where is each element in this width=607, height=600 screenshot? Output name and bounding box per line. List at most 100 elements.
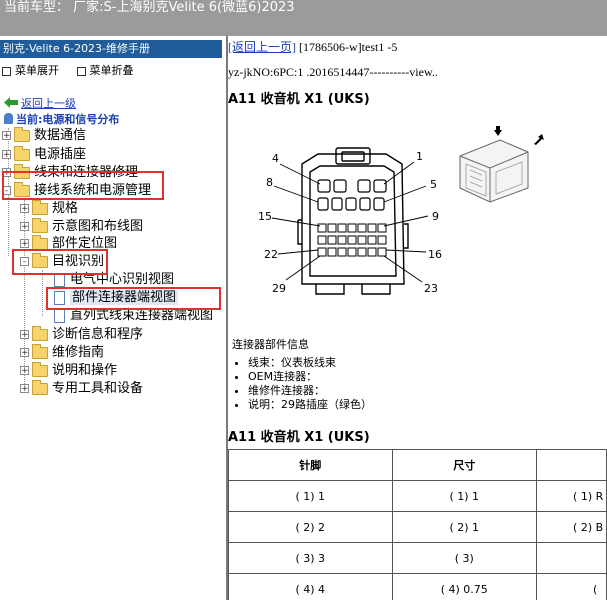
collapse-all-button[interactable]: 菜单折叠 bbox=[76, 64, 134, 77]
folder-icon bbox=[32, 361, 48, 377]
manual-header: 别克-Velite 6-2023-维修手册 bbox=[0, 40, 222, 58]
highlight-box bbox=[12, 249, 108, 275]
highlight-box bbox=[46, 287, 221, 310]
pin-label: 22 bbox=[264, 248, 278, 261]
info-item: 线束：仪表板线束 bbox=[248, 356, 372, 370]
tree-item-label: 数据通信 bbox=[34, 128, 87, 143]
table-cell: ( 2) 1 bbox=[391, 511, 538, 543]
table-row: ( 2) 2 ( 2) 1 ( 2) B bbox=[228, 511, 607, 543]
content-panel: [返回上一页] [1786506-w]test1 -5 yz-jkNO:6PC:… bbox=[228, 36, 607, 600]
folder-icon bbox=[32, 325, 48, 341]
tree-item-schematics[interactable]: + 示意图和布线图 bbox=[20, 217, 144, 236]
back-up-link[interactable]: 返回上一级 bbox=[4, 95, 76, 111]
collapse-all-label: 菜单折叠 bbox=[89, 64, 134, 77]
tree-item-description-operation[interactable]: + 说明和操作 bbox=[20, 361, 118, 380]
tree-item-label: 诊断信息和程序 bbox=[52, 327, 144, 342]
expand-all-button[interactable]: 菜单展开 bbox=[2, 64, 59, 77]
expand-toggle-icon[interactable]: + bbox=[20, 348, 29, 358]
tree-item-label: 规格 bbox=[52, 201, 79, 216]
info-item: OEM连接器： bbox=[248, 370, 372, 384]
column-header-pin: 针脚 bbox=[228, 449, 393, 481]
expand-toggle-icon[interactable]: + bbox=[20, 239, 29, 249]
back-page-link[interactable]: [返回上一页] bbox=[228, 40, 296, 54]
pin-label: 23 bbox=[424, 282, 438, 295]
tree-item-power-outlets[interactable]: + 电源插座 bbox=[2, 145, 87, 164]
tree-item-label: 维修指南 bbox=[52, 345, 105, 360]
top-bar: 当前车型： 厂家:S-上海别克Velite 6(微蓝6)2023 bbox=[0, 0, 607, 36]
pin-label: 8 bbox=[266, 176, 273, 189]
pin-label: 16 bbox=[428, 248, 442, 261]
tree-item-label: 直列式线束连接器端视图 bbox=[70, 308, 214, 323]
expand-toggle-icon[interactable]: + bbox=[20, 384, 29, 394]
folder-icon bbox=[32, 199, 48, 215]
tree-item-specifications[interactable]: + 规格 bbox=[20, 199, 79, 218]
tree-item-label: 专用工具和设备 bbox=[52, 381, 144, 396]
table-row: ( 1) 1 ( 1) 1 ( 1) R bbox=[228, 480, 607, 512]
back-up-label: 返回上一级 bbox=[21, 97, 76, 110]
folder-icon bbox=[32, 379, 48, 395]
tree-guide bbox=[42, 270, 43, 316]
table-cell: ( 2) B bbox=[536, 511, 607, 543]
pin-label: 15 bbox=[258, 210, 272, 223]
folder-icon bbox=[32, 234, 48, 250]
table-cell: ( 2) 2 bbox=[228, 511, 393, 543]
tree-item-label: 示意图和布线图 bbox=[52, 219, 144, 234]
table-cell: ( 3) 3 bbox=[228, 542, 393, 574]
expand-toggle-icon[interactable]: + bbox=[20, 366, 29, 376]
info-list: 线束：仪表板线束 OEM连接器： 维修件连接器： 说明：29路插座（绿色） bbox=[232, 356, 372, 412]
column-header-size: 尺寸 bbox=[391, 449, 538, 481]
tree-item-data-communication[interactable]: + 数据通信 bbox=[2, 126, 87, 145]
folder-icon bbox=[32, 343, 48, 359]
connector-heading: A11 收音机 X1 (UKS) bbox=[228, 92, 370, 107]
doc-header: [返回上一页] [1786506-w]test1 -5 bbox=[228, 38, 397, 55]
tree-item-label: 说明和操作 bbox=[52, 363, 118, 378]
tree-item-label: 电源插座 bbox=[34, 147, 87, 162]
table-header-row: 针脚 尺寸 bbox=[228, 449, 607, 481]
table-cell: ( 4) 4 bbox=[228, 573, 393, 600]
connector-isometric-icon bbox=[459, 126, 544, 203]
expand-toggle-icon[interactable]: + bbox=[20, 330, 29, 340]
user-icon bbox=[4, 113, 13, 124]
pin-label: 4 bbox=[272, 152, 279, 165]
vehicle-title: 当前车型： 厂家:S-上海别克Velite 6(微蓝6)2023 bbox=[4, 0, 295, 15]
tree-item-repair-guide[interactable]: + 维修指南 bbox=[20, 343, 105, 362]
expand-all-label: 菜单展开 bbox=[15, 64, 59, 77]
tree-item-special-tools[interactable]: + 专用工具和设备 bbox=[20, 379, 144, 398]
info-item: 说明：29路插座（绿色） bbox=[248, 398, 372, 412]
expand-toggle-icon[interactable]: + bbox=[20, 222, 29, 232]
pin-label: 9 bbox=[432, 210, 439, 223]
highlight-box bbox=[2, 171, 164, 200]
tree-item-diagnostics[interactable]: + 诊断信息和程序 bbox=[20, 325, 144, 344]
table-cell: ( 1) 1 bbox=[228, 480, 393, 512]
pin-label: 29 bbox=[272, 282, 286, 295]
table-cell bbox=[536, 542, 607, 574]
doc-meta: yz-jkNO:6PC:1 .2016514447----------view.… bbox=[228, 65, 438, 79]
table-row: ( 3) 3 ( 3) bbox=[228, 542, 607, 574]
info-title: 连接器部件信息 bbox=[232, 338, 309, 351]
connector-end-view-diagram: 4 1 8 5 15 9 22 16 29 23 bbox=[258, 147, 442, 295]
square-icon bbox=[76, 66, 86, 76]
connector-info: 连接器部件信息 线束：仪表板线束 OEM连接器： 维修件连接器： 说明：29路插… bbox=[232, 336, 372, 412]
pin-label: 1 bbox=[416, 150, 423, 163]
folder-icon bbox=[14, 126, 30, 142]
folder-icon bbox=[32, 217, 48, 233]
folder-icon bbox=[14, 145, 30, 161]
info-item: 维修件连接器： bbox=[248, 384, 372, 398]
menu-actions: 菜单展开 菜单折叠 bbox=[2, 62, 148, 78]
pin-label: 5 bbox=[430, 178, 437, 191]
table-cell: ( bbox=[536, 573, 607, 600]
expand-toggle-icon[interactable]: + bbox=[20, 204, 29, 214]
doc-id: [1786506-w]test1 -5 bbox=[296, 40, 398, 54]
table-row: ( 4) 4 ( 4) 0.75 ( bbox=[228, 573, 607, 600]
navigation-panel: 别克-Velite 6-2023-维修手册 菜单展开 菜单折叠 返回上一级 当前… bbox=[0, 36, 226, 600]
current-location-label: 当前:电源和信号分布 bbox=[16, 113, 120, 126]
green-back-arrow-icon bbox=[4, 97, 18, 108]
table-cell: ( 1) 1 bbox=[391, 480, 538, 512]
expand-toggle-icon[interactable]: + bbox=[2, 131, 11, 141]
column-header-extra bbox=[536, 449, 607, 481]
table-cell: ( 3) bbox=[391, 542, 538, 574]
expand-toggle-icon[interactable]: + bbox=[2, 150, 11, 160]
pin-table: 针脚 尺寸 ( 1) 1 ( 1) 1 ( 1) R ( 2) 2 ( 2) 1… bbox=[228, 449, 607, 600]
pin-table-heading: A11 收音机 X1 (UKS) bbox=[228, 430, 370, 445]
table-cell: ( 4) 0.75 bbox=[391, 573, 538, 600]
